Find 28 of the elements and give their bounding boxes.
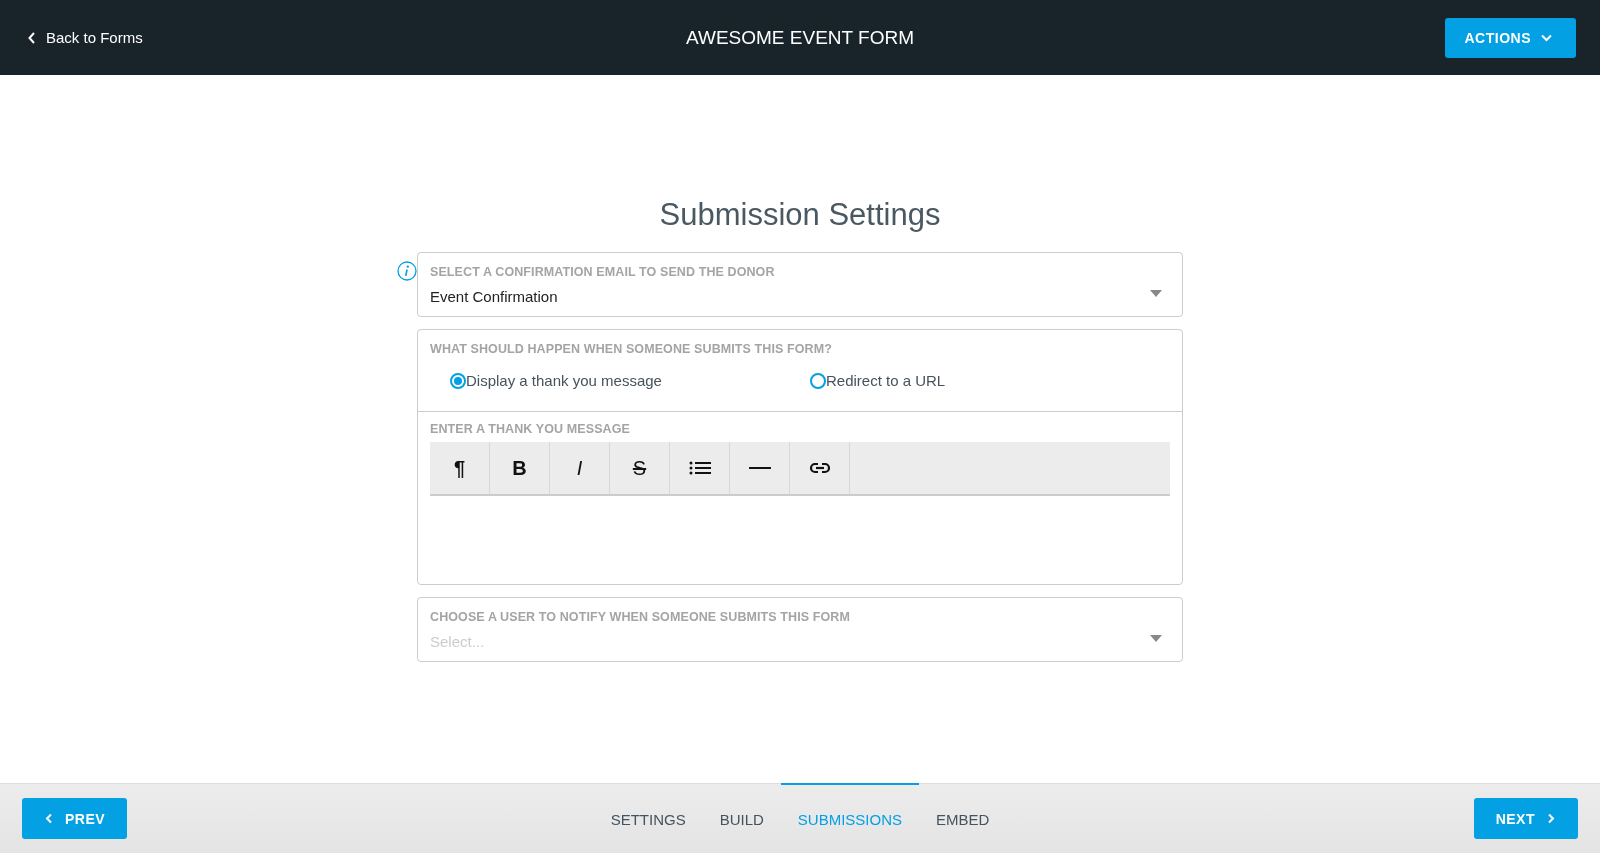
email-select[interactable]: SELECT A CONFIRMATION EMAIL TO SEND THE DONOR Event Confirmation [417,252,1183,317]
select-value: Event Confirmation [430,288,558,305]
field-label: SELECT A CONFIRMATION EMAIL TO SEND THE DONOR [430,265,776,279]
radio-button[interactable] [810,372,826,389]
nav-tab[interactable]: BUILD [702,783,781,853]
chevron-down-icon [1541,32,1552,43]
back-link[interactable]: Back to Forms [28,29,143,46]
nav-tab[interactable]: EMBED [919,783,1007,853]
field-label: WHAT SHOULD HAPPEN WHEN SOMEONE SUBMITS THIS FORM? [430,342,833,356]
chevron-left-icon [28,31,36,44]
caret-down-icon [1150,635,1162,642]
field-label: ENTER A THANK YOU MESSAGE [430,422,631,436]
page-title: Submission Settings [659,197,941,233]
radio-button[interactable] [450,372,466,389]
caret-down-icon [1150,290,1162,297]
horizontal-rule-icon [748,466,771,470]
radio-option[interactable]: Display a thank you message [450,372,810,389]
radio-option[interactable]: Redirect to a URL [810,372,1170,389]
paragraph-button[interactable]: ¶ [430,442,490,494]
strikethrough-button[interactable]: S [610,442,670,494]
nav-tab[interactable]: SETTINGS [593,783,703,853]
bold-button[interactable]: B [490,442,550,494]
field-label: CHOOSE A USER TO NOTIFY WHEN SOMEONE SUBMITS THIS FORM [430,610,851,624]
list-icon [688,460,711,476]
link-icon [808,460,831,476]
info-icon [397,261,417,281]
italic-button[interactable]: I [550,442,610,494]
form-title: AWESOME EVENT FORM [686,26,914,48]
